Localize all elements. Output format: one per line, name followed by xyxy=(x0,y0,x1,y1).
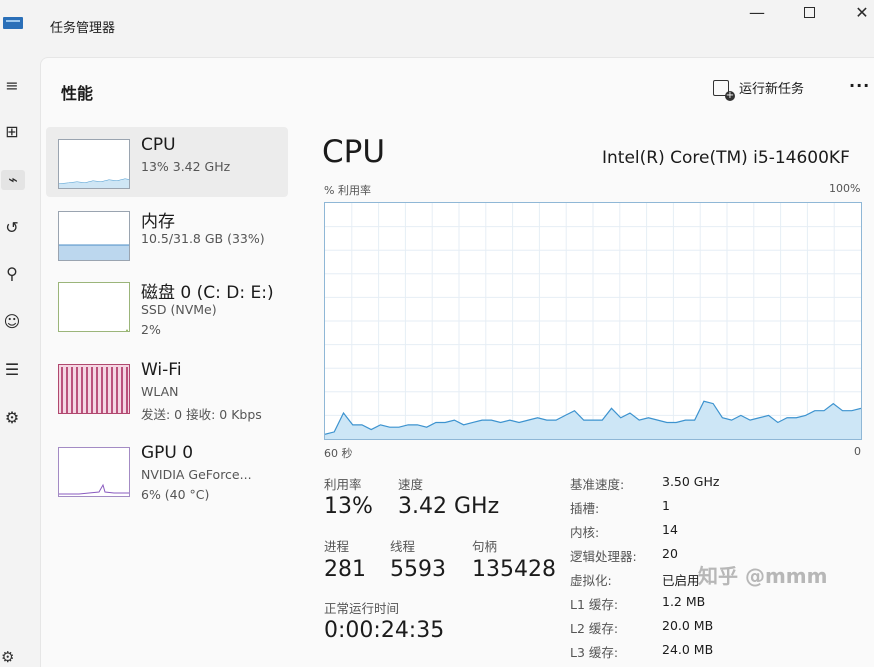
window-title: 任务管理器 xyxy=(50,21,116,36)
device-detail: SSD (NVMe) xyxy=(141,302,217,317)
cpu-thumbnail-graph xyxy=(58,139,130,189)
device-disk[interactable]: 磁盘 0 (C: D: E:) SSD (NVMe) 2% xyxy=(46,270,288,340)
run-new-task-button[interactable]: 运行新任务 xyxy=(713,78,805,101)
title-bar: 任务管理器 — ✕ xyxy=(0,0,874,52)
device-name: Wi-Fi xyxy=(141,360,182,380)
device-usage: 6% (40 °C) xyxy=(141,487,210,502)
gpu-thumbnail-graph xyxy=(58,447,130,497)
device-detail: NVIDIA GeForce... xyxy=(141,467,252,482)
page-title: 性能 xyxy=(61,84,94,103)
uptime-label: 正常运行时间 xyxy=(324,601,400,616)
l2-cache-key: L2 缓存: xyxy=(570,621,619,636)
more-options-button[interactable]: ··· xyxy=(849,76,870,95)
logical-processors-value: 20 xyxy=(662,546,678,561)
details-icon[interactable]: ☰ xyxy=(0,360,24,380)
cpu-model: Intel(R) Core(TM) i5-14600KF xyxy=(602,148,850,168)
app-history-icon[interactable]: ↺ xyxy=(0,218,24,238)
device-name: 磁盘 0 (C: D: E:) xyxy=(141,283,274,303)
watermark: 知乎 @mmm xyxy=(698,564,828,588)
utilization-axis-max: 100% xyxy=(829,182,861,195)
utilization-value: 13% xyxy=(324,494,373,519)
processes-value: 281 xyxy=(324,557,366,582)
memory-thumbnail-graph xyxy=(58,211,130,261)
device-name: 内存 xyxy=(141,212,175,232)
device-name: CPU xyxy=(141,135,176,155)
cpu-graph-svg xyxy=(324,203,862,439)
l2-cache-value: 20.0 MB xyxy=(662,618,714,633)
handles-label: 句柄 xyxy=(472,539,498,554)
sockets-value: 1 xyxy=(662,498,670,513)
minimize-button[interactable]: — xyxy=(737,2,777,26)
users-icon[interactable]: ☺ xyxy=(0,312,24,332)
virtualization-key: 虚拟化: xyxy=(570,573,612,588)
startup-apps-icon[interactable]: ⚲ xyxy=(0,264,24,284)
l1-cache-value: 1.2 MB xyxy=(662,594,706,609)
graph-time-left: 60 秒 xyxy=(324,447,353,460)
run-new-task-label: 运行新任务 xyxy=(739,82,805,97)
device-gpu[interactable]: GPU 0 NVIDIA GeForce... 6% (40 °C) xyxy=(46,435,288,505)
task-manager-icon xyxy=(3,17,23,29)
base-speed-value: 3.50 GHz xyxy=(662,474,720,489)
close-button[interactable]: ✕ xyxy=(842,2,874,26)
speed-value: 3.42 GHz xyxy=(398,494,500,519)
l3-cache-value: 24.0 MB xyxy=(662,642,714,657)
cpu-utilization-graph xyxy=(324,202,862,440)
disk-thumbnail-graph xyxy=(58,282,130,332)
run-task-icon xyxy=(713,79,735,101)
device-wifi[interactable]: Wi-Fi WLAN 发送: 0 接收: 0 Kbps xyxy=(46,352,288,422)
threads-label: 线程 xyxy=(390,539,416,554)
sockets-key: 插槽: xyxy=(570,501,600,516)
cores-key: 内核: xyxy=(570,525,600,540)
device-detail: 13% 3.42 GHz xyxy=(141,159,231,174)
device-usage: 发送: 0 接收: 0 Kbps xyxy=(141,407,262,422)
speed-label: 速度 xyxy=(398,477,424,492)
uptime-value: 0:00:24:35 xyxy=(324,618,445,643)
cores-value: 14 xyxy=(662,522,678,537)
utilization-label: 利用率 xyxy=(324,477,362,492)
maximize-icon xyxy=(803,7,815,18)
hamburger-icon[interactable]: ≡ xyxy=(0,76,24,96)
l1-cache-key: L1 缓存: xyxy=(570,597,619,612)
utilization-axis-label: % 利用率 xyxy=(324,184,371,197)
device-memory[interactable]: 内存 10.5/31.8 GB (33%) xyxy=(46,199,288,269)
base-speed-key: 基准速度: xyxy=(570,477,625,492)
graph-time-right: 0 xyxy=(854,445,861,458)
processes-label: 进程 xyxy=(324,539,350,554)
wifi-thumbnail-graph xyxy=(58,364,130,414)
performance-icon[interactable]: ⌁ xyxy=(1,170,25,190)
virtualization-value: 已启用 xyxy=(662,573,700,588)
services-icon[interactable]: ⚙ xyxy=(0,408,24,428)
l3-cache-key: L3 缓存: xyxy=(570,645,619,660)
maximize-button[interactable] xyxy=(789,2,829,26)
device-usage: 2% xyxy=(141,322,161,337)
cpu-heading: CPU xyxy=(322,134,386,170)
device-detail: WLAN xyxy=(141,384,179,399)
device-detail: 10.5/31.8 GB (33%) xyxy=(141,231,265,246)
processes-icon[interactable]: ⊞ xyxy=(0,122,24,142)
device-cpu[interactable]: CPU 13% 3.42 GHz xyxy=(46,127,288,197)
device-name: GPU 0 xyxy=(141,443,194,463)
threads-value: 5593 xyxy=(390,557,446,582)
handles-value: 135428 xyxy=(472,557,556,582)
logical-processors-key: 逻辑处理器: xyxy=(570,549,637,564)
settings-icon[interactable]: ⚙ xyxy=(1,648,14,666)
